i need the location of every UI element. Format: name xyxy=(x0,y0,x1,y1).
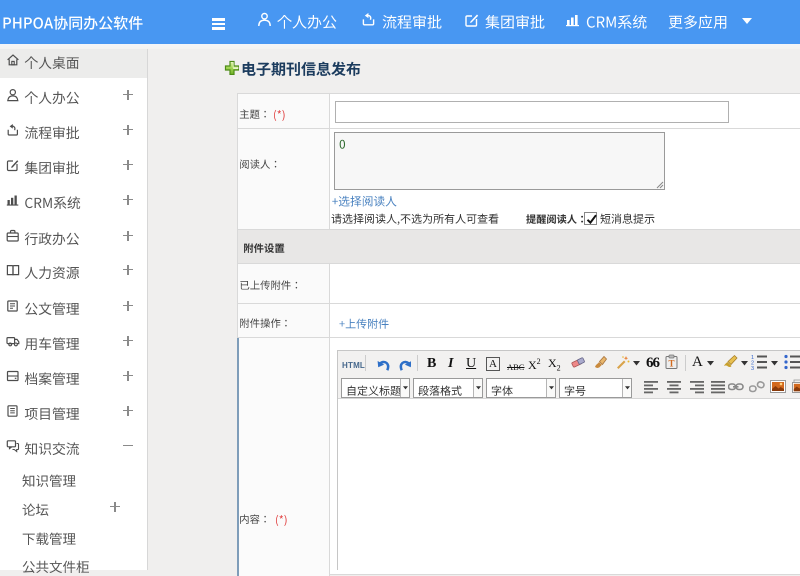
svg-text:T: T xyxy=(668,359,674,369)
svg-text:3: 3 xyxy=(751,366,754,370)
